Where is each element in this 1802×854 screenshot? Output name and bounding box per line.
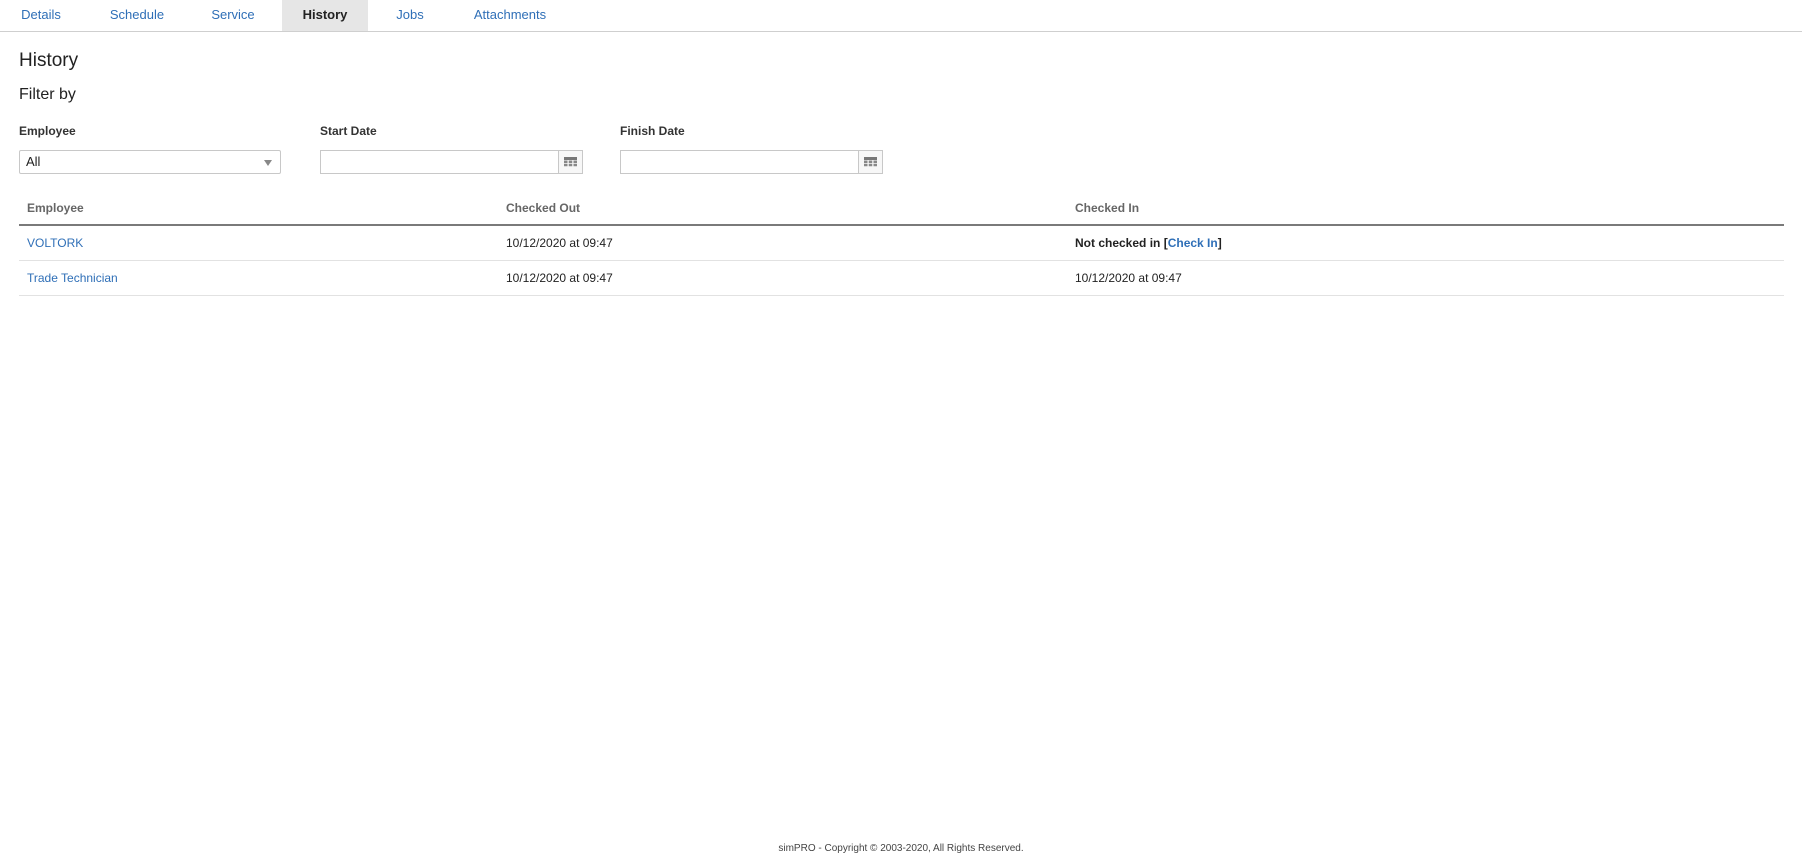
start-date-field	[320, 150, 583, 174]
checked-out-cell: 10/12/2020 at 09:47	[498, 225, 1067, 261]
finish-date-field	[620, 150, 883, 174]
page-title: History	[19, 50, 79, 71]
column-header-checked-in: Checked In	[1067, 192, 1784, 226]
start-date-calendar-button[interactable]	[558, 150, 583, 174]
start-date-label: Start Date	[320, 124, 377, 138]
footer-copyright: simPRO - Copyright © 2003-2020, All Righ…	[778, 843, 1024, 854]
employee-select-value: All	[26, 154, 41, 169]
check-in-link[interactable]: Check In	[1168, 236, 1218, 250]
finish-date-label: Finish Date	[620, 124, 685, 138]
start-date-input[interactable]	[320, 150, 559, 174]
chevron-down-icon	[264, 160, 272, 166]
checked-out-cell: 10/12/2020 at 09:47	[498, 260, 1067, 296]
tab-attachments[interactable]: Attachments	[460, 0, 560, 31]
finish-date-input[interactable]	[620, 150, 859, 174]
filter-title: Filter by	[19, 86, 76, 103]
checked-in-cell: 10/12/2020 at 09:47	[1067, 260, 1784, 296]
finish-date-calendar-button[interactable]	[858, 150, 883, 174]
column-header-employee: Employee	[19, 192, 498, 226]
table-row: VOLTORK 10/12/2020 at 09:47 Not checked …	[19, 225, 1784, 261]
tab-history[interactable]: History	[282, 0, 368, 31]
column-header-checked-out: Checked Out	[498, 192, 1067, 226]
tab-details[interactable]: Details	[0, 0, 82, 31]
tab-jobs[interactable]: Jobs	[372, 0, 448, 31]
employee-cell: Trade Technician	[19, 260, 498, 296]
bracket-close: ]	[1217, 236, 1222, 250]
calendar-icon	[864, 157, 877, 167]
history-table: Employee Checked Out Checked In VOLTORK …	[19, 192, 1784, 296]
employee-link[interactable]: Trade Technician	[27, 271, 118, 285]
employee-link[interactable]: VOLTORK	[27, 236, 83, 250]
calendar-icon	[564, 157, 577, 167]
not-checked-in-status: Not checked in	[1075, 236, 1161, 250]
tab-service[interactable]: Service	[192, 0, 274, 31]
tab-schedule[interactable]: Schedule	[92, 0, 182, 31]
table-row: Trade Technician 10/12/2020 at 09:47 10/…	[19, 260, 1784, 296]
employee-select[interactable]: All	[19, 150, 281, 174]
tab-bar: Details Schedule Service History Jobs At…	[0, 0, 1802, 32]
table-header-row: Employee Checked Out Checked In	[19, 192, 1784, 226]
checked-in-cell: Not checked in [Check In]	[1067, 225, 1784, 261]
employee-filter-label: Employee	[19, 124, 76, 138]
employee-cell: VOLTORK	[19, 225, 498, 261]
